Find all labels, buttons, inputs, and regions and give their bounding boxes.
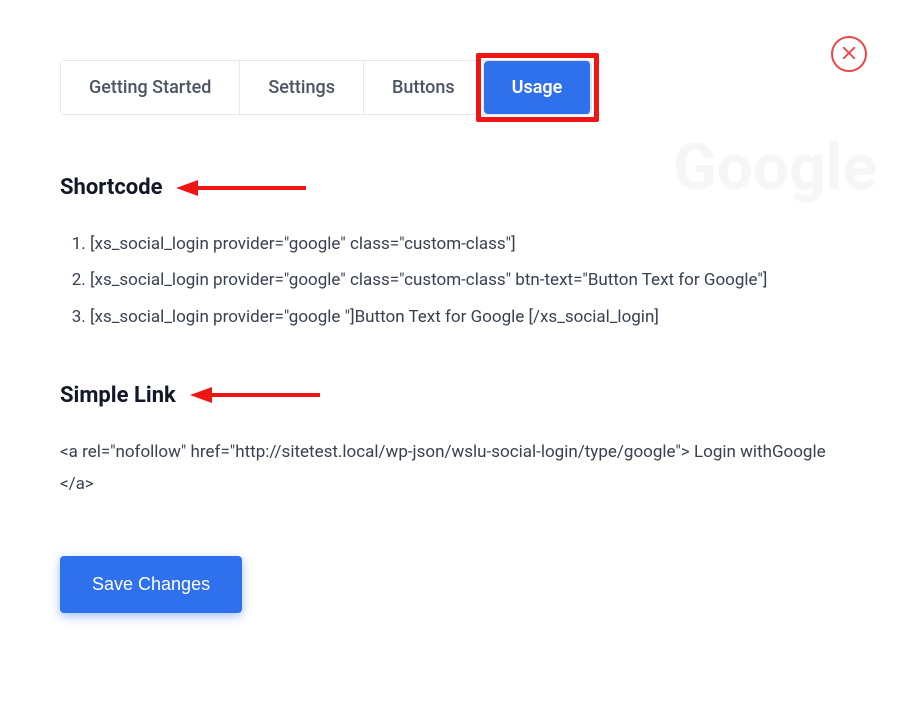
shortcode-list: [xs_social_login provider="google" class… [60, 228, 847, 333]
list-item: [xs_social_login provider="google" class… [90, 264, 847, 296]
close-button[interactable] [831, 36, 867, 72]
section-title-text: Simple Link [60, 383, 176, 408]
section-title-simple-link: Simple Link [60, 383, 847, 408]
tab-settings[interactable]: Settings [240, 61, 364, 114]
tab-getting-started[interactable]: Getting Started [61, 61, 240, 114]
save-button[interactable]: Save Changes [60, 556, 242, 613]
section-title-text: Shortcode [60, 175, 162, 200]
tab-buttons[interactable]: Buttons [364, 61, 484, 114]
close-icon [840, 44, 858, 65]
arrow-annotation-icon [176, 178, 306, 198]
arrow-annotation-icon [190, 385, 320, 405]
tabs-container: Getting Started Settings Buttons Usage [60, 60, 592, 115]
list-item: [xs_social_login provider="google "]Butt… [90, 301, 847, 333]
list-item: [xs_social_login provider="google" class… [90, 228, 847, 260]
section-title-shortcode: Shortcode [60, 175, 847, 200]
simple-link-code: <a rel="nofollow" href="http://sitetest.… [60, 436, 847, 501]
tab-usage[interactable]: Usage [484, 61, 592, 114]
